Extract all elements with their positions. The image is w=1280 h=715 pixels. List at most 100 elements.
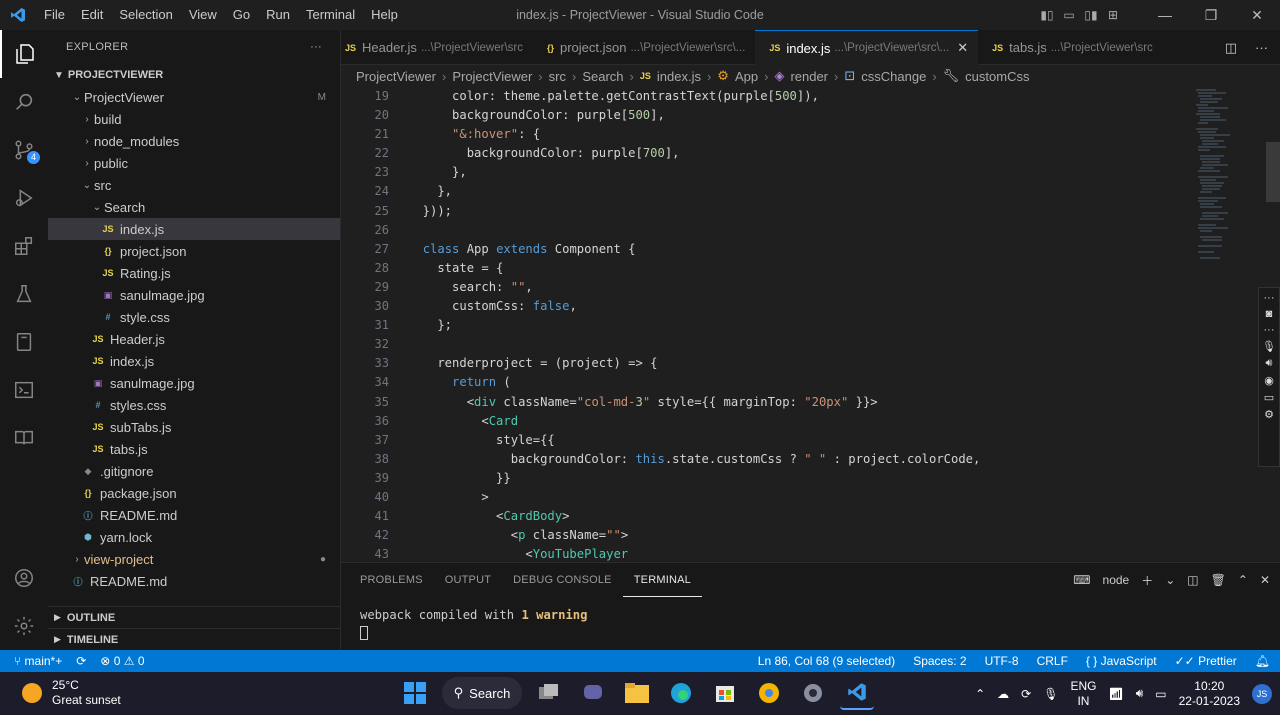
tab-tabs-js[interactable]: JS tabs.js ...\ProjectViewer\src xyxy=(978,30,1163,65)
breadcrumb-item[interactable]: ProjectViewer xyxy=(356,69,436,84)
chrome-canary-icon[interactable] xyxy=(752,676,786,710)
speaker-icon[interactable]: 🔊︎ xyxy=(1136,686,1144,701)
store-icon[interactable] xyxy=(708,676,742,710)
weather-widget[interactable]: 25°C Great sunset xyxy=(22,678,121,708)
menu-go[interactable]: Go xyxy=(225,0,258,30)
chevron-up-icon[interactable]: ⌃ xyxy=(1238,573,1248,587)
tab-project-json[interactable]: {} project.json ...\ProjectViewer\src\..… xyxy=(533,30,755,65)
accounts-icon[interactable] xyxy=(0,554,48,602)
breadcrumb-item[interactable]: ProjectViewer xyxy=(452,69,532,84)
minimap[interactable] xyxy=(1192,87,1234,262)
trash-icon[interactable]: 🗑︎ xyxy=(1211,573,1226,587)
folder-item[interactable]: › build xyxy=(48,108,340,130)
tab-header-js[interactable]: JS Header.js ...\ProjectViewer\src xyxy=(341,30,533,65)
menu-file[interactable]: File xyxy=(36,0,73,30)
extensions-icon[interactable] xyxy=(0,222,48,270)
code-area[interactable]: color: theme.palette.getContrastText(pur… xyxy=(408,87,1228,561)
file-item[interactable]: ◆ .gitignore xyxy=(48,460,340,482)
file-item[interactable]: JS index.js xyxy=(48,350,340,372)
run-debug-icon[interactable] xyxy=(0,174,48,222)
camera-icon[interactable]: ◙ xyxy=(1266,308,1273,320)
language-mode[interactable]: { } JavaScript xyxy=(1086,654,1157,668)
menu-run[interactable]: Run xyxy=(258,0,298,30)
project-root[interactable]: ▼ PROJECTVIEWER xyxy=(48,64,340,86)
split-editor-icon[interactable]: ◫ xyxy=(1225,40,1237,56)
testing-icon[interactable] xyxy=(0,270,48,318)
file-item[interactable]: ▣ sanulmage.jpg xyxy=(48,372,340,394)
folder-item[interactable]: ⌄ ProjectViewer M xyxy=(48,86,340,108)
menu-selection[interactable]: Selection xyxy=(111,0,180,30)
book-icon[interactable] xyxy=(0,414,48,462)
menu-edit[interactable]: Edit xyxy=(73,0,111,30)
edge-browser-icon[interactable] xyxy=(664,676,698,710)
file-item[interactable]: # style.css xyxy=(48,306,340,328)
settings-gear-icon[interactable] xyxy=(0,602,48,650)
chevron-up-icon[interactable]: ⌃ xyxy=(975,687,985,701)
file-item[interactable]: {} package.json xyxy=(48,482,340,504)
editor-scrollbar-thumb[interactable] xyxy=(1266,142,1280,202)
vscode-taskbar-icon[interactable] xyxy=(840,676,874,710)
more-icon[interactable]: ··· xyxy=(1264,292,1275,304)
problems-indicator[interactable]: ⊗ 0 ⚠ 0 xyxy=(100,654,144,668)
microphone-icon[interactable]: 🎙︎ xyxy=(1262,340,1276,353)
file-item[interactable]: JS Header.js xyxy=(48,328,340,350)
file-item[interactable]: ▣ sanulmage.jpg xyxy=(48,284,340,306)
source-control-icon[interactable]: 4 xyxy=(0,126,48,174)
remote-explorer-icon[interactable] xyxy=(0,318,48,366)
file-item[interactable]: {} project.json xyxy=(48,240,340,262)
split-terminal-icon[interactable]: ◫ xyxy=(1187,573,1198,587)
tab-debug-console[interactable]: DEBUG CONSOLE xyxy=(502,563,623,597)
line-ending[interactable]: CRLF xyxy=(1037,654,1068,668)
file-item[interactable]: ⓘ README.md xyxy=(48,504,340,526)
cursor-position[interactable]: Ln 86, Col 68 (9 selected) xyxy=(758,654,895,668)
folder-item[interactable]: ⌄ Search xyxy=(48,196,340,218)
battery-icon[interactable]: ▭ xyxy=(1155,687,1166,701)
tab-terminal[interactable]: TERMINAL xyxy=(622,563,702,597)
language-indicator[interactable]: ENG IN xyxy=(1070,679,1096,709)
terminal-output[interactable]: webpack compiled with 1 warning xyxy=(341,597,1280,650)
chevron-down-icon[interactable]: ⌄ xyxy=(1165,573,1175,587)
breadcrumb-item[interactable]: cssChange xyxy=(861,69,926,84)
search-icon[interactable] xyxy=(0,78,48,126)
toggle-secondary-sidebar-icon[interactable]: ▯▮ xyxy=(1080,8,1102,22)
menu-help[interactable]: Help xyxy=(363,0,406,30)
wifi-icon[interactable]: 📶︎ xyxy=(1108,687,1123,701)
file-explorer-icon[interactable] xyxy=(620,676,654,710)
file-item[interactable]: JS Rating.js xyxy=(48,262,340,284)
close-tab-icon[interactable]: ✕ xyxy=(957,40,968,56)
more-actions-icon[interactable]: ··· xyxy=(1255,40,1268,55)
more-actions-icon[interactable]: ··· xyxy=(310,41,322,53)
webcam-icon[interactable]: ◉ xyxy=(1264,374,1274,387)
terminal-shell-name[interactable]: node xyxy=(1103,573,1130,587)
task-view-icon[interactable] xyxy=(532,676,566,710)
taskbar-search-button[interactable]: ⚲ Search xyxy=(442,677,522,709)
timeline-section[interactable]: ▶ TIMELINE xyxy=(48,628,341,650)
close-panel-icon[interactable]: ✕ xyxy=(1260,573,1270,587)
tab-problems[interactable]: PROBLEMS xyxy=(349,563,434,597)
close-window-button[interactable]: ✕ xyxy=(1234,7,1280,24)
menu-terminal[interactable]: Terminal xyxy=(298,0,363,30)
breadcrumb-item[interactable]: Search xyxy=(582,69,623,84)
terminal-view-icon[interactable] xyxy=(0,366,48,414)
teams-chat-icon[interactable] xyxy=(576,676,610,710)
explorer-icon[interactable] xyxy=(0,30,48,78)
new-terminal-icon[interactable]: ＋ xyxy=(1141,572,1153,589)
minimize-button[interactable]: — xyxy=(1142,7,1188,24)
onedrive-icon[interactable]: ☁ xyxy=(997,687,1009,701)
window-icon[interactable]: ▭ xyxy=(1264,391,1274,404)
outline-section[interactable]: ▶ OUTLINE xyxy=(48,606,341,628)
windows-start-icon[interactable] xyxy=(398,676,432,710)
file-item[interactable]: JS index.js xyxy=(48,218,340,240)
prettier-status[interactable]: ✓✓ Prettier xyxy=(1175,654,1237,668)
notifications-bell-icon[interactable]: 🔔︎ xyxy=(1255,654,1270,668)
code-editor[interactable]: 19 20 21 22 23 24 25 26 27 28 29 30 31 32 33 34 35 36 37 38… xyxy=(341,87,1280,561)
file-item[interactable]: ⬢ yarn.lock xyxy=(48,526,340,548)
encoding[interactable]: UTF-8 xyxy=(985,654,1019,668)
file-item[interactable]: JS tabs.js xyxy=(48,438,340,460)
file-item[interactable]: # styles.css xyxy=(48,394,340,416)
clock[interactable]: 10:20 22-01-2023 xyxy=(1179,679,1240,709)
folder-item[interactable]: › public xyxy=(48,152,340,174)
restore-button[interactable]: ❐ xyxy=(1188,7,1234,24)
customize-layout-icon[interactable]: ⊞ xyxy=(1102,8,1124,22)
tab-index-js[interactable]: JS index.js ...\ProjectViewer\src\... ✕ xyxy=(755,30,979,65)
